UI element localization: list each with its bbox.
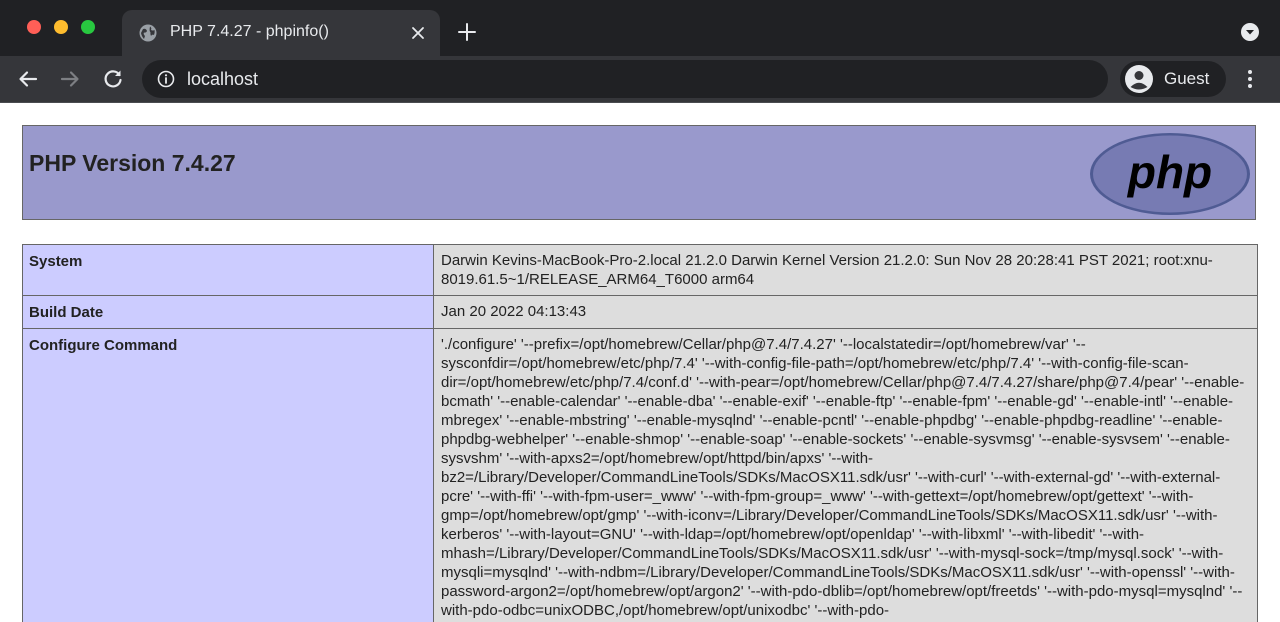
table-row: System Darwin Kevins-MacBook-Pro-2.local… (22, 244, 1258, 296)
kebab-menu-icon[interactable] (1240, 67, 1260, 91)
row-label-system: System (22, 244, 434, 296)
reload-icon[interactable] (101, 67, 125, 91)
zoom-window-button[interactable] (81, 20, 95, 34)
row-value-configure-command: './configure' '--prefix=/opt/homebrew/Ce… (433, 328, 1258, 622)
browser-toolbar: localhost Guest (0, 56, 1280, 102)
row-label-build-date: Build Date (22, 295, 434, 329)
table-row: Configure Command './configure' '--prefi… (22, 328, 1258, 622)
arrow-left-icon[interactable] (16, 67, 40, 91)
tab-title: PHP 7.4.27 - phpinfo() (170, 23, 329, 40)
phpinfo-header: PHP Version 7.4.27 php (22, 125, 1256, 220)
chevron-down-circle-icon[interactable] (1240, 22, 1260, 42)
profile-name: Guest (1164, 69, 1210, 88)
globe-icon (139, 24, 157, 42)
row-value-system: Darwin Kevins-MacBook-Pro-2.local 21.2.0… (433, 244, 1258, 296)
info-icon[interactable] (157, 70, 175, 88)
minimize-window-button[interactable] (54, 20, 68, 34)
browser-window: PHP 7.4.27 - phpinfo() localhost Guest P… (0, 0, 1280, 622)
arrow-right-icon[interactable] (58, 67, 82, 91)
browser-tab[interactable]: PHP 7.4.27 - phpinfo() (122, 10, 440, 56)
address-bar[interactable]: localhost (142, 60, 1108, 98)
close-window-button[interactable] (27, 20, 41, 34)
phpinfo-table: System Darwin Kevins-MacBook-Pro-2.local… (22, 244, 1258, 622)
row-label-configure-command: Configure Command (22, 328, 434, 622)
person-icon (1125, 65, 1153, 93)
table-row: Build Date Jan 20 2022 04:13:43 (22, 295, 1258, 329)
page-content: PHP Version 7.4.27 php System Darwin Kev… (0, 103, 1280, 622)
page-title: PHP Version 7.4.27 (29, 150, 236, 176)
php-logo-text: php (1126, 146, 1212, 198)
row-value-build-date: Jan 20 2022 04:13:43 (433, 295, 1258, 329)
title-bar: PHP 7.4.27 - phpinfo() (0, 0, 1280, 56)
url-text[interactable]: localhost (187, 69, 258, 90)
php-logo[interactable]: php (1089, 132, 1251, 216)
profile-button[interactable]: Guest (1120, 61, 1226, 97)
close-icon[interactable] (408, 23, 428, 43)
plus-icon[interactable] (456, 21, 478, 43)
